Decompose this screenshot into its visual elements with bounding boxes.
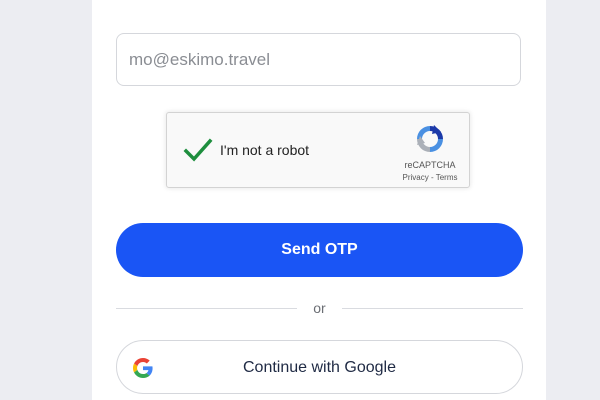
send-otp-button[interactable]: Send OTP (116, 223, 523, 277)
google-button-label: Continue with Google (243, 359, 396, 376)
email-input[interactable] (116, 33, 521, 86)
recaptcha-label: I'm not a robot (220, 142, 310, 158)
privacy-link[interactable]: Privacy (403, 173, 429, 182)
recaptcha-links: Privacy - Terms (395, 173, 465, 182)
recaptcha-widget: I'm not a robot reCAPTCHA Privacy - Term… (166, 112, 470, 188)
links-separator: - (430, 173, 434, 182)
recaptcha-logo-icon (417, 125, 443, 152)
checkmark-icon[interactable] (183, 135, 213, 165)
divider-or: or (313, 300, 326, 316)
divider-left (116, 308, 297, 309)
divider-right (342, 308, 523, 309)
continue-with-google-button[interactable]: Continue with Google (116, 340, 523, 394)
recaptcha-brand: reCAPTCHA (404, 160, 456, 170)
terms-link[interactable]: Terms (436, 173, 458, 182)
login-card: I'm not a robot reCAPTCHA Privacy - Term… (92, 0, 546, 400)
